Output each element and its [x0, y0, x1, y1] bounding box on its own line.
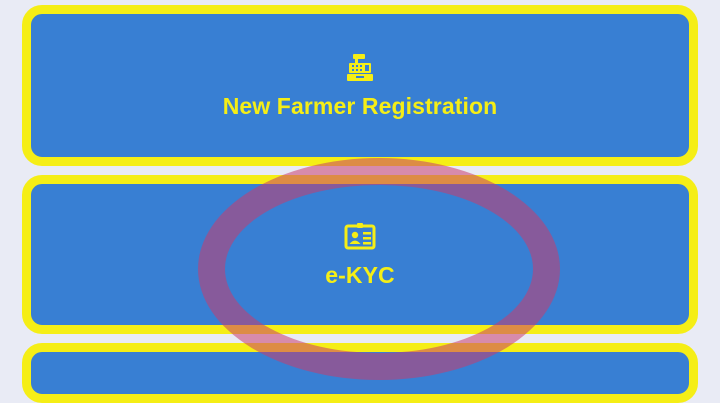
card-label-new-farmer-registration: New Farmer Registration — [222, 93, 498, 119]
cash-register-icon — [343, 51, 377, 85]
e-kyc-button[interactable]: e-KYC — [22, 175, 698, 334]
next-menu-card[interactable] — [22, 343, 698, 403]
id-card-icon — [343, 220, 377, 254]
card-label-e-kyc: e-KYC — [325, 262, 395, 288]
new-farmer-registration-button[interactable]: New Farmer Registration — [22, 5, 698, 166]
